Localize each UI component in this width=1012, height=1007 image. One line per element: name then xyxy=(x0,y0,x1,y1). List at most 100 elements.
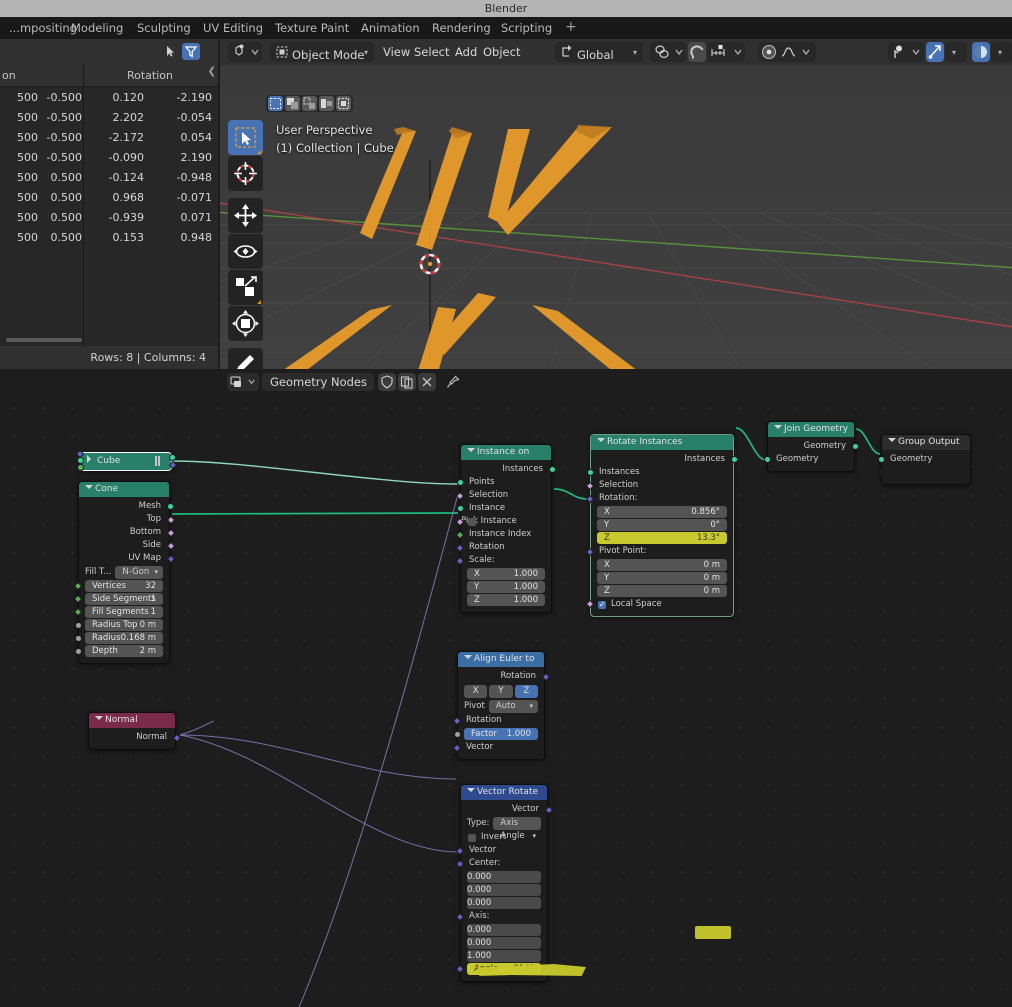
node-center-field[interactable]: 0.000 xyxy=(467,871,541,883)
gizmo-icon[interactable] xyxy=(926,42,944,62)
workspace-tab-uvediting[interactable]: UV Editing xyxy=(194,17,272,39)
node-axis-field[interactable]: 1.000 xyxy=(467,950,541,962)
node-pivot-field-z[interactable]: Z 0 m xyxy=(597,585,727,597)
select-mode-select-extend[interactable] xyxy=(336,96,351,111)
node-header[interactable]: Instance on Points xyxy=(461,445,551,460)
node-rotation-field-z[interactable]: Z 13.3° xyxy=(597,532,727,544)
chevron-down-icon[interactable] xyxy=(597,438,605,442)
node-socket-geo[interactable] xyxy=(76,457,84,464)
node-prop-value[interactable]: N-Gon xyxy=(115,566,163,579)
node-axis-field[interactable]: 0.000 xyxy=(467,937,541,949)
viewport-canvas[interactable]: User Perspective (1) Collection | Cube xyxy=(220,65,1012,369)
node-header[interactable]: Vector Rotate xyxy=(461,785,547,800)
node-socket-geo[interactable] xyxy=(166,503,174,510)
node-value-field[interactable]: Side Segments 1 xyxy=(73,593,163,605)
node-header[interactable]: Normal xyxy=(89,713,175,728)
filter-funnel-icon[interactable] xyxy=(182,43,200,60)
cursor-arrow-icon[interactable] xyxy=(161,43,179,60)
node-vector_rotate[interactable]: Vector Rotate Vector Type:Axis AngleInvert… xyxy=(455,784,553,982)
annotate-tool[interactable] xyxy=(228,348,263,369)
node-socket-geo[interactable] xyxy=(456,505,464,512)
node-socket-geo[interactable] xyxy=(730,456,738,463)
node-socket-gray[interactable] xyxy=(74,648,82,655)
node-header[interactable]: Cube xyxy=(81,453,171,470)
node-socket-geo[interactable] xyxy=(877,456,885,463)
node-socket-gray[interactable] xyxy=(453,731,461,738)
workspace-tab-texturepaint[interactable]: Texture Paint xyxy=(266,17,358,39)
interaction-mode-dropdown[interactable]: Object Mode ▾ xyxy=(270,42,374,62)
node-axis-field[interactable]: 0.000 xyxy=(467,924,541,936)
node-prop-value[interactable]: Auto xyxy=(488,700,538,713)
tweak-tool[interactable] xyxy=(228,120,263,155)
chevron-down-icon[interactable] xyxy=(888,438,896,442)
node-prop-value[interactable]: Axis Angle xyxy=(493,817,541,843)
node-value-field[interactable]: Radius Top 0 m xyxy=(74,619,163,631)
node-pivot-field-x[interactable]: X 0 m xyxy=(597,559,727,571)
node-rotation-field-y[interactable]: Y 0° xyxy=(597,519,727,531)
node-checkbox-invert[interactable]: Invert xyxy=(461,831,547,844)
table-row[interactable]: 500 0.500 0.968 -0.071 xyxy=(0,188,218,208)
magnet-icon[interactable] xyxy=(688,42,706,62)
viewport-menu-add[interactable]: Add xyxy=(455,43,477,61)
snap-increment-icon[interactable] xyxy=(707,42,745,62)
editor-type-3dview-icon[interactable] xyxy=(228,42,262,62)
node-socket-gray[interactable] xyxy=(74,622,82,629)
move-tool[interactable] xyxy=(228,198,263,233)
node-socket-geo[interactable] xyxy=(456,479,464,486)
node-prop-fill-type[interactable]: Fill T... N-Gon xyxy=(85,566,163,579)
gizmo-dropdown[interactable]: ▾ xyxy=(945,42,967,62)
node-align_euler[interactable]: Align Euler to Vector Rotation XYZ PivotAut… xyxy=(452,651,550,760)
table-row[interactable]: 500 0.500 -0.939 0.071 xyxy=(0,208,218,228)
viewport-menu-view[interactable]: View xyxy=(383,43,410,61)
table-row[interactable]: 500 -0.500 -0.090 2.190 xyxy=(0,148,218,168)
node-normal[interactable]: Normal Normal xyxy=(88,712,181,750)
workspace-tab-modeling[interactable]: Modeling xyxy=(62,17,132,39)
node-value-field[interactable]: Depth 2 m xyxy=(74,645,163,657)
chevron-down-icon[interactable] xyxy=(464,655,472,659)
node-prop-pivot[interactable]: Pivot Auto xyxy=(464,700,538,713)
chevron-down-icon[interactable] xyxy=(774,425,782,429)
node-cone[interactable]: Cone Mesh Top Bottom Side UV Map Fill T... N-Go… xyxy=(73,481,175,664)
horizontal-scrollbar[interactable] xyxy=(6,338,82,342)
table-row[interactable]: 500 0.500 0.153 0.948 xyxy=(0,228,218,248)
node-group_output[interactable]: Group Output Geometry xyxy=(877,434,971,485)
node-header[interactable]: Join Geometry xyxy=(768,422,854,437)
chevron-down-icon[interactable] xyxy=(467,448,475,452)
workspace-tab-animation[interactable]: Animation xyxy=(352,17,429,39)
table-row[interactable]: 500 -0.500 0.120 -2.190 xyxy=(0,88,218,108)
scale-tool[interactable] xyxy=(228,270,263,305)
node-socket-geo[interactable] xyxy=(851,443,859,450)
node-value-field[interactable]: X 1.000 xyxy=(467,568,545,580)
checkbox-icon[interactable] xyxy=(598,598,606,611)
node-tree-name-field[interactable]: Geometry Nodes xyxy=(262,373,374,391)
node-value-field[interactable]: Z 1.000 xyxy=(467,594,545,606)
spreadsheet-column-header[interactable]: Rotation xyxy=(88,64,218,87)
node-value-field[interactable]: Fill Segments 1 xyxy=(73,606,163,618)
viewport-menu-select[interactable]: Select xyxy=(414,43,449,61)
checkbox-icon[interactable] xyxy=(468,833,476,842)
chevron-down-icon[interactable] xyxy=(85,485,93,489)
node-socket-hollow[interactable] xyxy=(877,469,885,476)
checkbox-icon[interactable] xyxy=(468,517,476,526)
node-prop-type[interactable]: Type: Axis Angle xyxy=(467,817,541,843)
node-socket-geo[interactable] xyxy=(763,456,771,463)
table-row[interactable]: 500 -0.500 2.202 -0.054 xyxy=(0,108,218,128)
table-row[interactable]: 500 0.500 -0.124 -0.948 xyxy=(0,168,218,188)
node-join_geometry[interactable]: Join Geometry Geometry Geometry xyxy=(763,421,859,472)
new-copy-icon[interactable] xyxy=(398,373,416,391)
chevron-down-icon[interactable] xyxy=(467,788,475,792)
node-header[interactable]: Rotate Instances xyxy=(591,435,733,450)
cursor-tool[interactable] xyxy=(228,156,263,191)
node-socket-geo[interactable] xyxy=(548,466,556,473)
node-value-field[interactable]: Radius 0.168 m xyxy=(74,632,163,644)
node-checkbox-local-space[interactable]: Local Space xyxy=(585,598,733,611)
node-pivot-field-y[interactable]: Y 0 m xyxy=(597,572,727,584)
node-axis-button-y[interactable]: Y xyxy=(489,685,513,698)
spreadsheet-body[interactable]: on Rotation 500 -0.500 0.120 -2.190 500 -0.500… xyxy=(0,64,218,346)
node-center-field[interactable]: 0.000 xyxy=(467,897,541,909)
node-header[interactable]: Align Euler to Vector xyxy=(458,652,544,667)
workspace-tab-scripting[interactable]: Scripting xyxy=(492,17,561,39)
workspace-tab-rendering[interactable]: Rendering xyxy=(423,17,500,39)
fake-user-shield-icon[interactable] xyxy=(378,373,396,391)
chevron-down-icon[interactable] xyxy=(95,716,103,720)
